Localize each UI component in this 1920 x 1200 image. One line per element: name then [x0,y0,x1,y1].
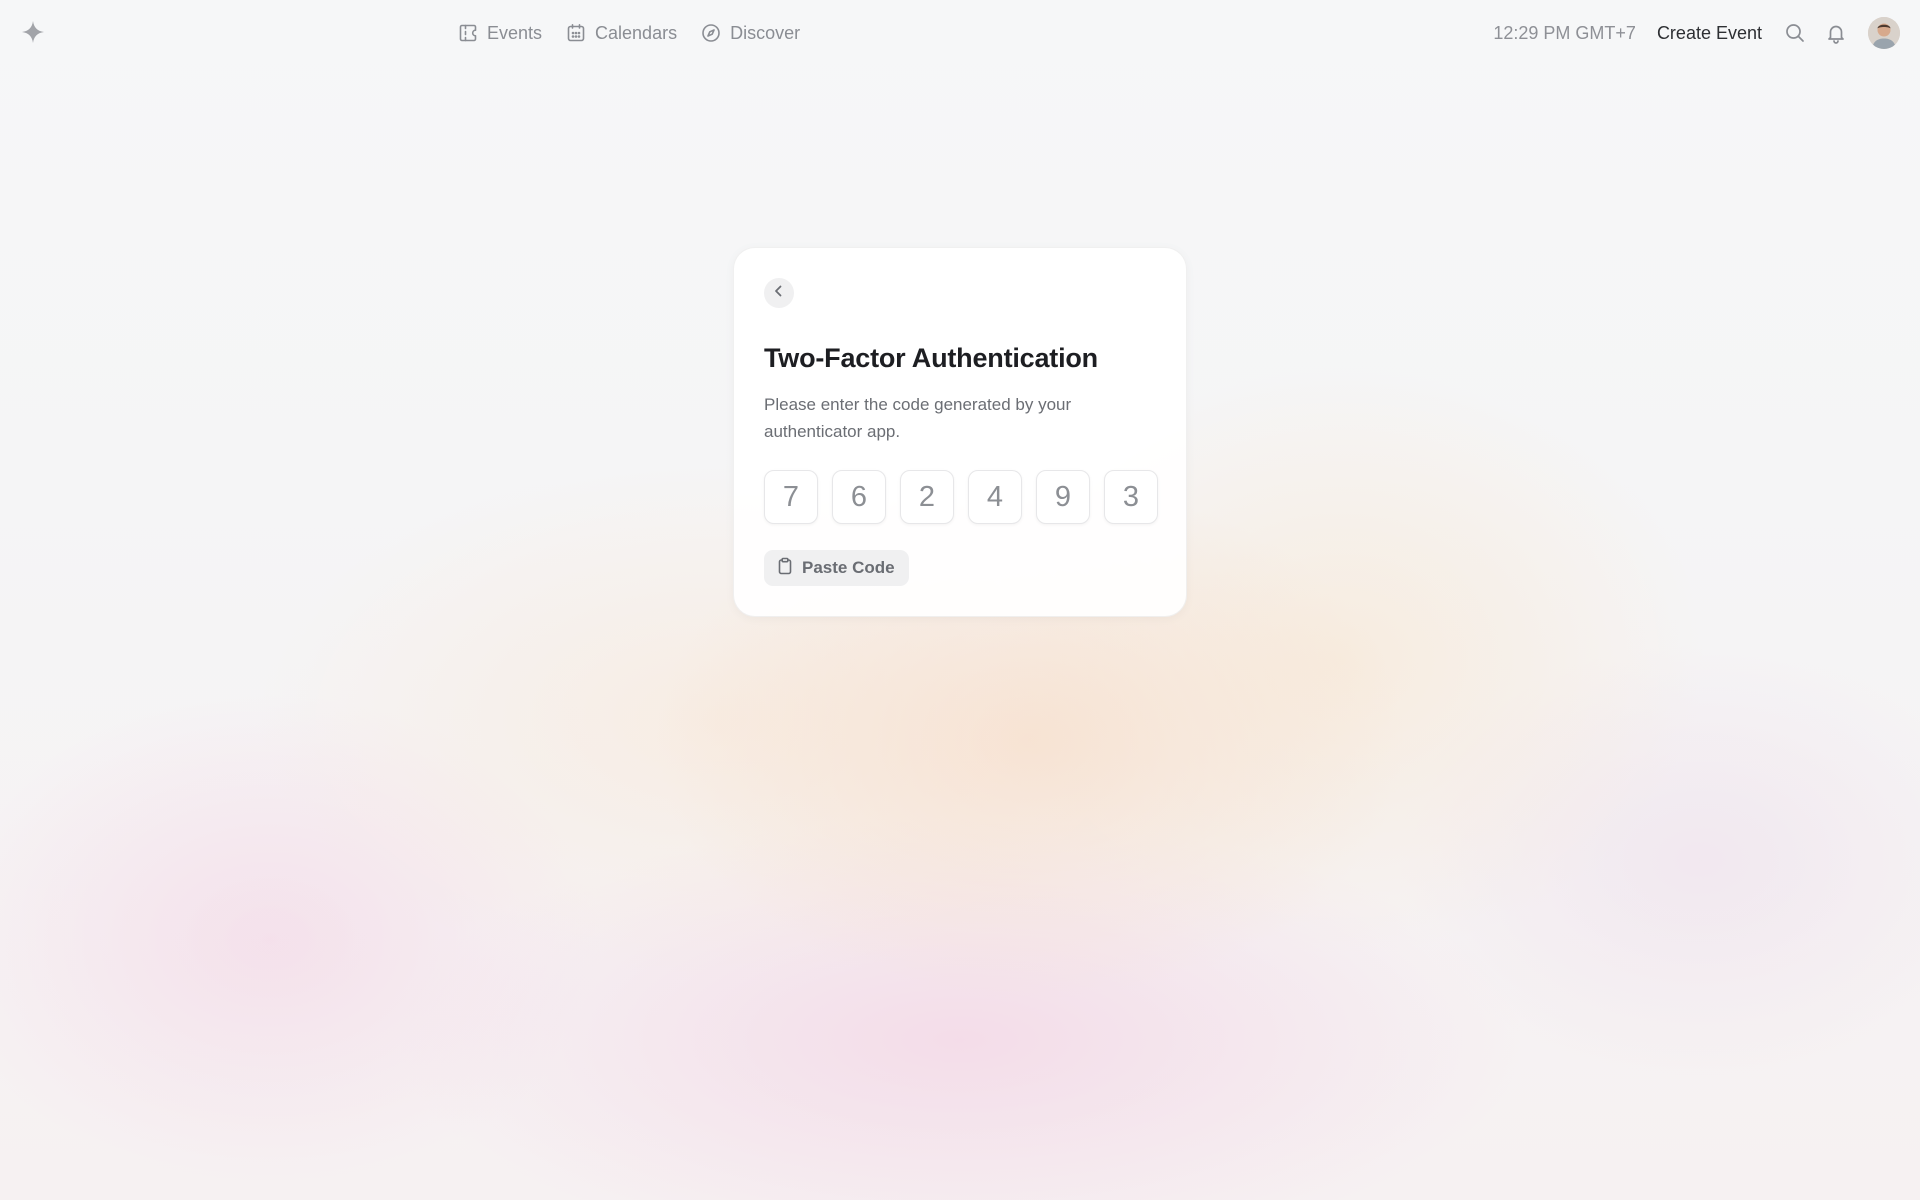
main-nav: Events Calendars Discover [458,20,800,46]
sparkle-icon[interactable] [20,19,46,45]
calendar-icon [566,23,586,43]
search-icon[interactable] [1782,20,1808,46]
instructions-text: Please enter the code generated by your … [764,395,1072,441]
page-title: Two-Factor Authentication [764,343,1098,373]
top-navigation-bar: Events Calendars Discover 12:29 PM GMT+7… [0,0,1920,66]
code-digit-input[interactable]: 6 [832,470,886,524]
nav-item-events[interactable]: Events [458,20,542,46]
back-button[interactable] [764,278,794,308]
chevron-left-icon [772,284,786,303]
nav-item-calendars[interactable]: Calendars [566,20,677,46]
paste-code-button[interactable]: Paste Code [764,550,909,586]
create-event-button[interactable]: Create Event [1657,23,1762,44]
nav-label-calendars: Calendars [595,22,678,43]
paste-code-label: Paste Code [802,558,895,577]
clipboard-icon [776,557,794,580]
nav-item-discover[interactable]: Discover [701,20,800,46]
nav-label-events: Events [487,22,543,43]
ticket-icon [458,23,478,43]
user-avatar[interactable] [1868,17,1900,49]
two-factor-card: Two-Factor Authentication Please enter t… [733,247,1187,617]
bell-icon[interactable] [1823,20,1849,46]
current-time: 12:29 PM GMT+7 [1493,22,1636,43]
code-digit-input[interactable]: 3 [1104,470,1158,524]
nav-label-discover: Discover [730,22,801,43]
code-digit-input[interactable]: 2 [900,470,954,524]
verification-code-input: 7 6 2 4 9 3 [764,470,1158,524]
code-digit-input[interactable]: 4 [968,470,1022,524]
compass-icon [701,23,721,43]
code-digit-input[interactable]: 9 [1036,470,1090,524]
header-actions: 12:29 PM GMT+7 Create Event [1493,16,1900,50]
code-digit-input[interactable]: 7 [764,470,818,524]
